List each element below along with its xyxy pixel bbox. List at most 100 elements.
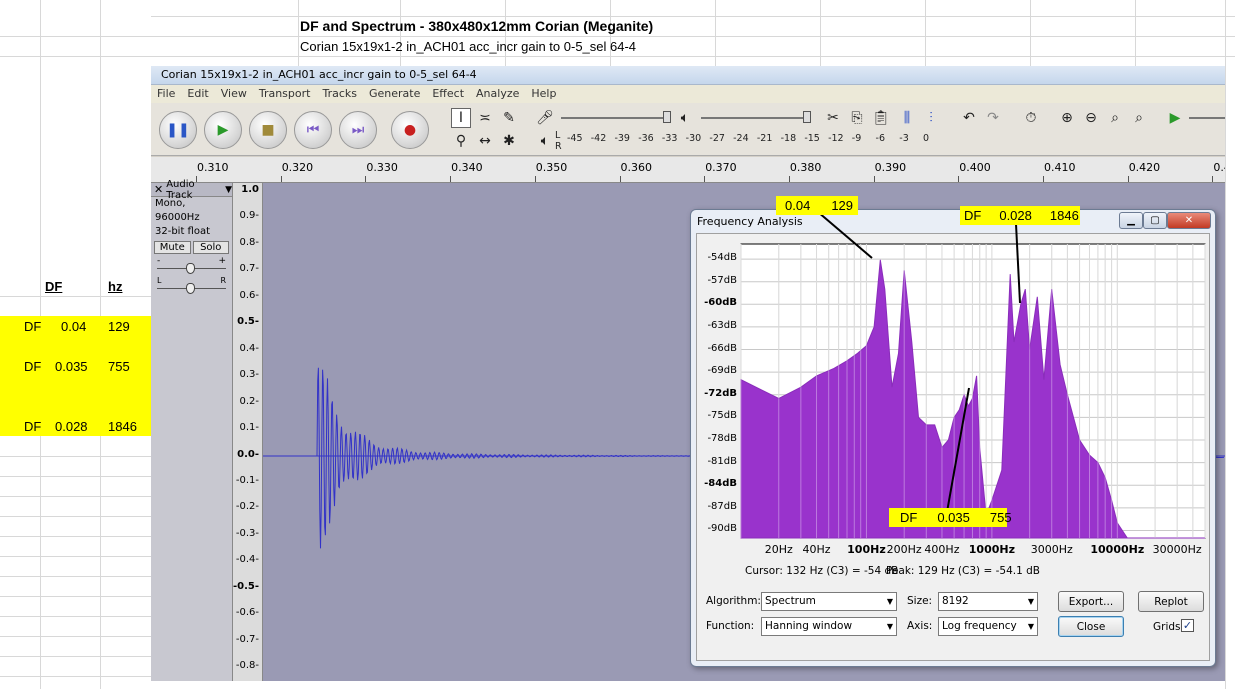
sync-lock-icon[interactable]: ⏱ xyxy=(1021,108,1041,128)
skip-end-button[interactable]: ⏭ xyxy=(339,111,377,149)
annotation-label: DF xyxy=(964,208,982,223)
axis-select[interactable]: Log frequency ▼ xyxy=(938,617,1038,636)
y-tick-label: -90dB xyxy=(707,523,737,535)
x-tick-label: 1000Hz xyxy=(968,543,1015,556)
pan-slider-thumb[interactable] xyxy=(186,283,195,294)
menu-view[interactable]: View xyxy=(215,85,253,103)
size-select[interactable]: 8192 ▼ xyxy=(938,592,1038,611)
pan-l-label: L xyxy=(157,276,162,285)
x-tick-label: 40Hz xyxy=(802,543,831,556)
meter-tick-label: -18 xyxy=(780,133,797,144)
chevron-down-icon[interactable]: ▼ xyxy=(225,185,232,195)
menu-analyze[interactable]: Analyze xyxy=(470,85,525,103)
amplitude-label: 0.2- xyxy=(239,395,259,407)
export-button[interactable]: Export... xyxy=(1058,591,1124,612)
fit-selection-icon[interactable]: ⌕ xyxy=(1105,108,1125,128)
input-level-slider[interactable] xyxy=(561,117,671,119)
meter-tick-label: -24 xyxy=(733,133,749,144)
play-button[interactable]: ▶ xyxy=(204,111,242,149)
microphone-icon[interactable]: 🎤︎ xyxy=(535,108,555,128)
redo-icon[interactable]: ↷ xyxy=(983,108,1003,128)
output-level-slider[interactable] xyxy=(701,117,807,119)
column-header-df: DF xyxy=(45,279,63,294)
gain-minus-label: - xyxy=(157,256,161,266)
ruler-tick-label: 0.410 xyxy=(1044,161,1076,174)
close-window-button[interactable]: ✕ xyxy=(1167,212,1211,229)
track-header[interactable]: ✕ Audio Track ▼ xyxy=(151,179,232,201)
cut-icon[interactable]: ✂ xyxy=(823,108,843,128)
selection-tool-icon[interactable]: I xyxy=(451,108,471,128)
amplitude-label: -0.1- xyxy=(235,474,259,486)
x-tick-label: 400Hz xyxy=(924,543,960,556)
grids-checkbox[interactable]: ✓ xyxy=(1181,619,1194,632)
menu-generate[interactable]: Generate xyxy=(363,85,426,103)
paste-icon[interactable]: 📋︎ xyxy=(871,108,891,128)
mute-button[interactable]: Mute xyxy=(154,241,191,254)
amplitude-label: 0.1- xyxy=(239,422,259,434)
x-tick-label: 3000Hz xyxy=(1030,543,1073,556)
minimize-button[interactable]: ▁ xyxy=(1119,212,1143,229)
pan-r-label: R xyxy=(220,276,226,285)
annotation-df: 0.028 xyxy=(999,208,1032,223)
speaker-icon[interactable]: 🔈︎ xyxy=(675,108,695,128)
highlight-block xyxy=(0,316,151,436)
ruler-tick-label: 0.330 xyxy=(366,161,398,174)
ruler-tick-label: 0.4 xyxy=(1213,161,1225,174)
input-slider-thumb[interactable] xyxy=(663,111,671,123)
df-row-hz: 1846 xyxy=(108,419,137,434)
audacity-title-bar[interactable]: Corian 15x19x1-2 in_ACH01 acc_incr gain … xyxy=(151,66,1225,85)
pan-slider[interactable]: L R xyxy=(157,276,226,296)
menu-transport[interactable]: Transport xyxy=(253,85,317,103)
amplitude-label: -0.5- xyxy=(232,580,259,592)
draw-tool-icon[interactable]: ✎ xyxy=(499,108,519,128)
pause-button[interactable]: ❚❚ xyxy=(159,111,197,149)
track-control-panel: ✕ Audio Track ▼ Mono, 96000Hz 32-bit flo… xyxy=(151,179,233,681)
function-label: Function: xyxy=(706,620,755,632)
play-at-speed-icon[interactable]: ▶ xyxy=(1165,108,1185,128)
output-slider-thumb[interactable] xyxy=(803,111,811,123)
trim-icon[interactable]: ⫼ xyxy=(897,108,917,128)
play-speed-slider[interactable] xyxy=(1189,117,1225,119)
df-row-hz: 129 xyxy=(108,319,130,334)
frequency-analysis-dialog: Frequency Analysis ▁ ▢ ✕ -54dB -57dB -60dB… xyxy=(690,209,1216,667)
amplitude-label: -0.7- xyxy=(235,633,259,645)
silence-icon[interactable]: ⫶ xyxy=(921,108,941,128)
maximize-button[interactable]: ▢ xyxy=(1143,212,1167,229)
gain-slider-thumb[interactable] xyxy=(186,263,195,274)
zoom-tool-icon[interactable]: ⚲ xyxy=(451,131,471,151)
meter-tick-label: -30 xyxy=(685,133,702,144)
copy-icon[interactable]: ⎘ xyxy=(847,108,867,128)
menu-effect[interactable]: Effect xyxy=(426,85,470,103)
envelope-tool-icon[interactable]: ≍ xyxy=(475,108,495,128)
menu-file[interactable]: File xyxy=(151,85,181,103)
solo-button[interactable]: Solo xyxy=(192,241,229,254)
skip-start-button[interactable]: ⏮ xyxy=(294,111,332,149)
level-meter[interactable]: -45 -42 -39 -36 -33 -30 -27 -24 -21 -18 -15 -12 -9 -6… xyxy=(563,133,933,147)
close-button[interactable]: Close xyxy=(1058,616,1124,637)
replot-button[interactable]: Replot xyxy=(1138,591,1204,612)
fit-project-icon[interactable]: ⌕ xyxy=(1129,108,1149,128)
x-tick-label: 20Hz xyxy=(764,543,793,556)
amplitude-label: -0.2- xyxy=(235,501,259,513)
close-track-icon[interactable]: ✕ xyxy=(151,183,166,196)
y-tick-label: -75dB xyxy=(707,410,737,422)
zoom-out-icon[interactable]: ⊖ xyxy=(1081,108,1101,128)
record-button[interactable]: ● xyxy=(391,111,429,149)
ruler-tick xyxy=(450,176,452,182)
annotation-hz: 1846 xyxy=(1049,208,1079,223)
timeline-ruler[interactable]: 0.310 0.320 0.330 0.340 0.350 0.360 0.370 0.380… xyxy=(151,157,1225,183)
annotation-peak-1846: DF 0.028 1846 xyxy=(960,206,1080,225)
multi-tool-icon[interactable]: ✱ xyxy=(499,131,519,151)
stop-button[interactable]: ■ xyxy=(249,111,287,149)
gain-slider[interactable]: - + xyxy=(157,256,226,276)
undo-icon[interactable]: ↶ xyxy=(959,108,979,128)
menu-edit[interactable]: Edit xyxy=(181,85,214,103)
y-tick-label: -72dB xyxy=(704,387,737,399)
menu-help[interactable]: Help xyxy=(525,85,562,103)
meter-tick-label: 0 xyxy=(923,133,930,144)
menu-tracks[interactable]: Tracks xyxy=(316,85,363,103)
zoom-in-icon[interactable]: ⊕ xyxy=(1057,108,1077,128)
timeshift-tool-icon[interactable]: ↔ xyxy=(475,131,495,151)
function-select[interactable]: Hanning window ▼ xyxy=(761,617,897,636)
algorithm-select[interactable]: Spectrum ▼ xyxy=(761,592,897,611)
